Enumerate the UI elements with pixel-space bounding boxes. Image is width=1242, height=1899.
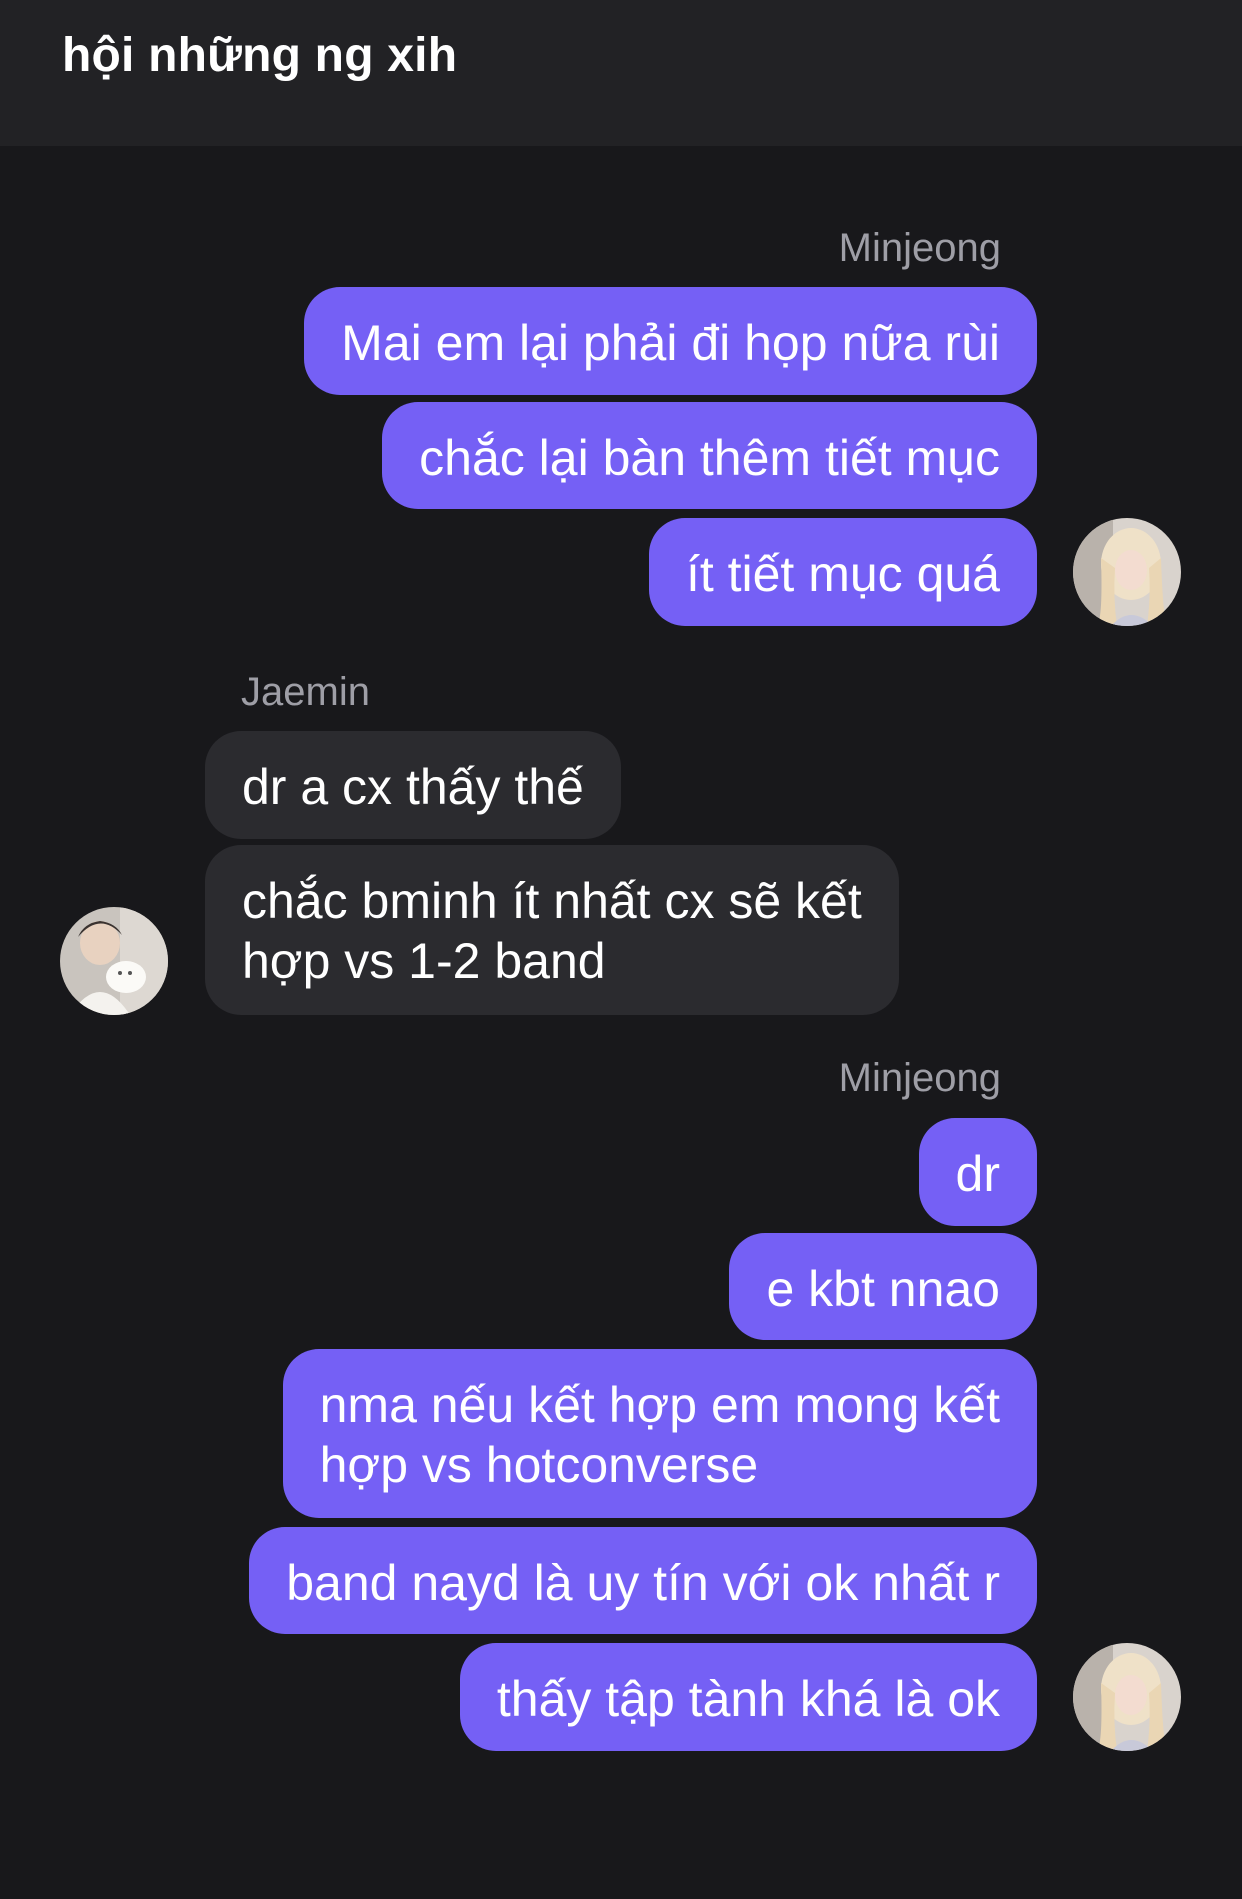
message-bubble[interactable]: thấy tập tành khá là ok — [459, 1643, 1037, 1751]
message-bubble[interactable]: Mai em lại phải đi họp nữa rùi — [304, 287, 1037, 395]
message-bubble[interactable]: chắc lại bàn thêm tiết mục — [382, 402, 1037, 509]
chat-title[interactable]: hội những ng xih — [62, 28, 457, 83]
message-bubble[interactable]: dr a cx thấy thế — [205, 731, 621, 839]
avatar-minjeong[interactable] — [1073, 518, 1181, 626]
message-bubble[interactable]: ít tiết mục quá — [648, 518, 1037, 626]
sender-name: Jaemin — [241, 670, 370, 714]
avatar-jaemin[interactable] — [60, 907, 168, 1015]
sender-name: Minjeong — [838, 226, 1001, 270]
message-bubble[interactable]: band nayd là uy tín với ok nhất r — [249, 1527, 1037, 1634]
chat-header: hội những ng xih — [0, 0, 1242, 146]
message-bubble[interactable]: e kbt nnao — [729, 1233, 1037, 1340]
sender-name: Minjeong — [838, 1056, 1001, 1100]
avatar-minjeong[interactable] — [1073, 1643, 1181, 1751]
message-bubble[interactable]: nma nếu kết hợp em mong kết hợp vs hotco… — [282, 1349, 1037, 1518]
message-bubble[interactable]: dr — [918, 1118, 1037, 1226]
message-bubble[interactable]: chắc bminh ít nhất cx sẽ kết hợp vs 1-2 … — [205, 845, 899, 1015]
